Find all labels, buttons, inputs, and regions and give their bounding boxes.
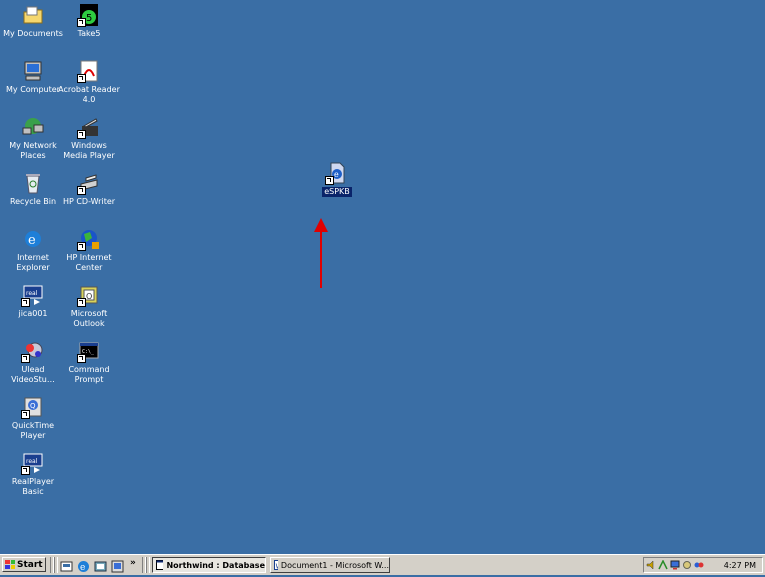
desktop-icon-internet-explorer[interactable]: e Internet Explorer <box>2 228 64 273</box>
shortcut-arrow-icon <box>77 186 86 195</box>
icon-label: My Documents <box>3 29 63 38</box>
svg-text:O: O <box>86 292 92 301</box>
shortcut-arrow-icon <box>21 410 30 419</box>
acrobat-icon <box>77 60 100 83</box>
icon-label: eSPKB <box>322 187 352 197</box>
desktop-icon-my-network-places[interactable]: My Network Places <box>2 116 64 161</box>
desktop-icon-recycle-bin[interactable]: Recycle Bin <box>2 172 64 207</box>
desktop-icon-take5[interactable]: 5 Take5 <box>58 4 120 39</box>
svg-text:5: 5 <box>86 13 92 24</box>
desktop-icon-hp-internet-center[interactable]: HP Internet Center <box>58 228 120 273</box>
svg-text:Q: Q <box>30 402 36 410</box>
ulead-icon <box>21 340 44 363</box>
shortcut-arrow-icon <box>77 242 86 251</box>
task-button-northwind[interactable]: Northwind : Database <box>152 557 266 573</box>
desktop-icon-my-documents[interactable]: My Documents <box>2 4 64 39</box>
outlook-quicklaunch-icon[interactable] <box>94 558 107 572</box>
icon-label: Recycle Bin <box>9 197 57 206</box>
take5-icon: 5 <box>77 4 100 27</box>
desktop-icon-ulead-videostudio[interactable]: Ulead VideoStu… <box>2 340 64 385</box>
ie-quicklaunch-icon[interactable]: e <box>77 558 90 573</box>
system-tray: 4:27 PM <box>643 557 763 573</box>
messenger-tray-icon[interactable] <box>694 560 704 570</box>
icon-label: Command Prompt <box>68 365 110 384</box>
svg-text:real: real <box>26 458 38 465</box>
desktop-icon-microsoft-outlook[interactable]: O Microsoft Outlook <box>58 284 120 329</box>
shortcut-arrow-icon <box>77 130 86 139</box>
icon-label: Internet Explorer <box>16 253 50 272</box>
icon-label: HP Internet Center <box>66 253 112 272</box>
icon-label: Windows Media Player <box>63 141 115 160</box>
taskbar-divider <box>146 557 150 573</box>
desktop-icon-windows-media-player[interactable]: Windows Media Player <box>58 116 120 161</box>
show-desktop-icon[interactable] <box>60 558 73 572</box>
icon-label: RealPlayer Basic <box>11 477 55 496</box>
real-icon: real <box>21 284 44 307</box>
icon-label: QuickTime Player <box>11 421 55 440</box>
start-button[interactable]: Start <box>2 557 46 572</box>
recycle-bin-icon <box>22 172 44 194</box>
desktop-icon-hp-cd-writer[interactable]: HP CD-Writer <box>58 172 120 207</box>
desktop-icon-jica001[interactable]: real jica001 <box>2 284 64 319</box>
word-document-icon: W <box>274 560 278 570</box>
svg-text:W: W <box>276 563 278 571</box>
icon-label: My Computer <box>6 85 60 94</box>
icon-label: Acrobat Reader 4.0 <box>58 85 120 104</box>
icon-label: jica001 <box>18 309 48 318</box>
icon-label: HP CD-Writer <box>62 197 116 206</box>
shortcut-arrow-icon <box>77 74 86 83</box>
folder-icon <box>22 4 44 26</box>
taskbar: Start e » Northwind : Database W Documen… <box>0 554 765 575</box>
icon-label: My Network Places <box>9 141 57 160</box>
volume-icon[interactable] <box>646 560 656 570</box>
ie-document-icon: e <box>325 162 348 185</box>
shortcut-arrow-icon <box>21 298 30 307</box>
icon-label: Ulead VideoStu… <box>11 365 55 384</box>
quicklaunch-overflow-button[interactable]: » <box>130 558 136 568</box>
svg-text:real: real <box>26 290 38 297</box>
annotation-arrow-icon <box>314 218 328 288</box>
media-quicklaunch-icon[interactable] <box>111 558 124 573</box>
globe-icon <box>77 228 100 251</box>
ie-icon: e <box>22 228 44 250</box>
media-player-icon <box>77 116 100 139</box>
desktop-icon-quicktime-player[interactable]: Q QuickTime Player <box>2 396 64 441</box>
windows-logo-icon <box>5 560 15 569</box>
computer-icon <box>22 60 44 82</box>
desktop-icon-acrobat-reader[interactable]: Acrobat Reader 4.0 <box>58 60 120 105</box>
shortcut-arrow-icon <box>77 354 86 363</box>
task-label: Document1 - Microsoft W... <box>280 560 389 570</box>
monitor-tray-icon[interactable] <box>670 560 680 570</box>
shortcut-arrow-icon <box>21 466 30 475</box>
start-label: Start <box>17 559 43 570</box>
icon-label: Microsoft Outlook <box>70 309 108 328</box>
svg-text:e: e <box>28 233 36 248</box>
cd-writer-icon <box>77 172 100 195</box>
shortcut-arrow-icon <box>77 298 86 307</box>
network-icon <box>22 116 44 138</box>
desktop-icon-command-prompt[interactable]: C:\_ Command Prompt <box>58 340 120 385</box>
task-button-document1[interactable]: W Document1 - Microsoft W... <box>270 557 390 573</box>
svg-text:e: e <box>334 170 339 179</box>
shortcut-arrow-icon <box>77 18 86 27</box>
command-prompt-icon: C:\_ <box>77 340 100 363</box>
taskbar-divider <box>54 557 58 573</box>
database-window-icon <box>156 560 164 570</box>
task-label: Northwind : Database <box>166 560 265 570</box>
shortcut-arrow-icon <box>21 354 30 363</box>
satellite-tray-icon[interactable] <box>682 560 692 570</box>
outlook-icon: O <box>77 284 100 307</box>
desktop-icon-espkb[interactable]: e eSPKB <box>306 162 368 197</box>
system-clock[interactable]: 4:27 PM <box>724 561 756 570</box>
desktop-icon-my-computer[interactable]: My Computer <box>2 60 64 95</box>
network-tray-icon[interactable] <box>658 559 668 570</box>
quicktime-icon: Q <box>21 396 44 419</box>
desktop-icon-realplayer-basic[interactable]: real RealPlayer Basic <box>2 452 64 497</box>
svg-text:e: e <box>80 563 85 573</box>
icon-label: Take5 <box>77 29 101 38</box>
realplayer-icon: real <box>21 452 44 475</box>
shortcut-arrow-icon <box>325 176 334 185</box>
